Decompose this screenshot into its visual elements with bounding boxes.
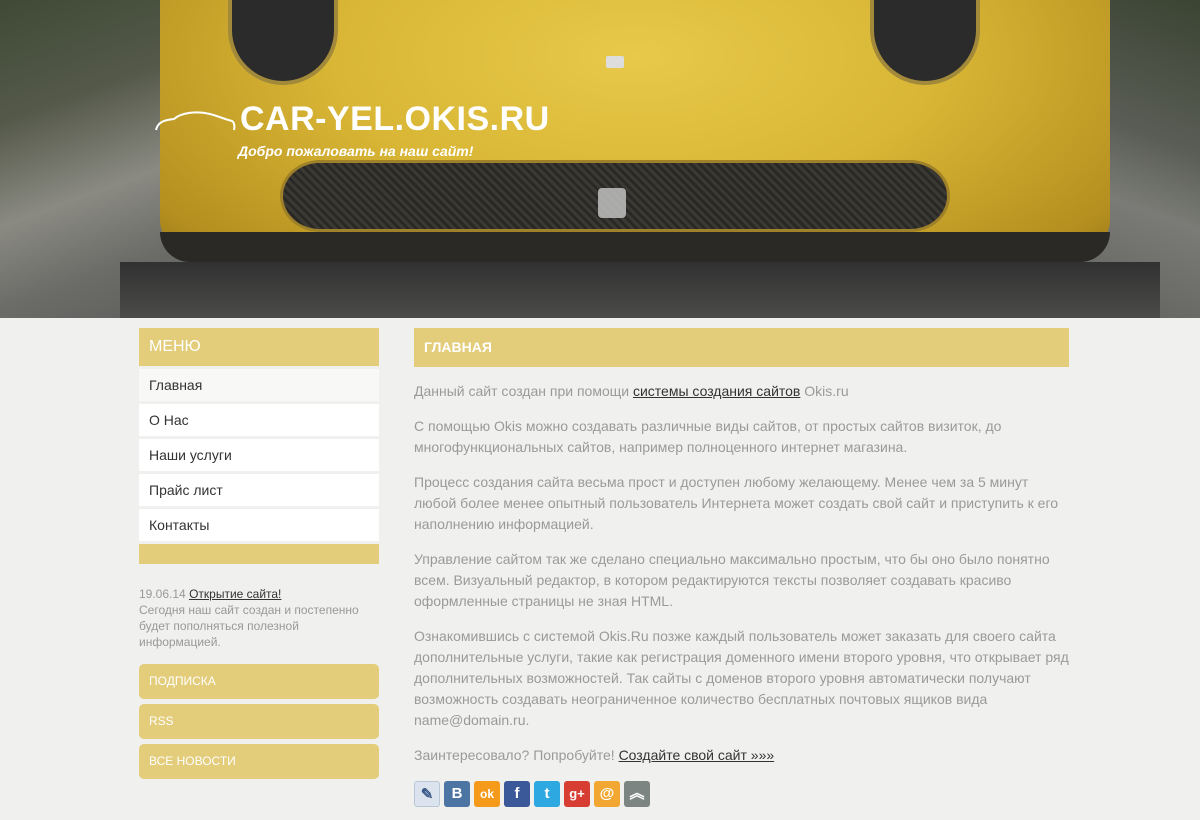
mailru-icon[interactable]: @ bbox=[594, 781, 620, 807]
site-builder-link[interactable]: системы создания сайтов bbox=[633, 383, 800, 399]
car-badge bbox=[598, 188, 626, 218]
create-site-link[interactable]: Создайте свой сайт »»» bbox=[619, 747, 775, 763]
twitter-icon[interactable]: t bbox=[534, 781, 560, 807]
site-slogan: Добро пожаловать на наш сайт! bbox=[238, 143, 474, 159]
sidebar-item-pricelist[interactable]: Прайс лист bbox=[139, 474, 379, 506]
paragraph-5: Ознакомившись с системой Okis.Ru позже к… bbox=[414, 628, 1069, 728]
all-news-button[interactable]: ВСЕ НОВОСТИ bbox=[139, 744, 379, 779]
odnoklassniki-icon[interactable]: ok bbox=[474, 781, 500, 807]
news-text: Сегодня наш сайт создан и постепенно буд… bbox=[139, 603, 359, 649]
site-title[interactable]: CAR-YEL.OKIS.RU bbox=[240, 100, 550, 139]
paragraph-1-suffix: Okis.ru bbox=[800, 383, 849, 399]
vkontakte-icon[interactable]: B bbox=[444, 781, 470, 807]
news-block: 19.06.14 Открытие сайта! Сегодня наш сай… bbox=[139, 586, 379, 650]
sidebar-item-services[interactable]: Наши услуги bbox=[139, 439, 379, 471]
main-content: ГЛАВНАЯ Данный сайт создан при помощи си… bbox=[414, 328, 1069, 807]
sidebar-item-contacts[interactable]: Контакты bbox=[139, 509, 379, 541]
car-bumper bbox=[160, 232, 1110, 262]
share-buttons: ✎ B ok f t g+ @ ︽ bbox=[414, 781, 1069, 807]
rss-button[interactable]: RSS bbox=[139, 704, 379, 739]
paragraph-6: Заинтересовало? Попробуйте! Создайте сво… bbox=[414, 745, 1069, 766]
menu-footer bbox=[139, 544, 379, 564]
googleplus-icon[interactable]: g+ bbox=[564, 781, 590, 807]
paragraph-6-text: Заинтересовало? Попробуйте! bbox=[414, 747, 619, 763]
subscribe-button[interactable]: ПОДПИСКА bbox=[139, 664, 379, 699]
paragraph-2: С помощью Okis можно создавать различные… bbox=[414, 418, 1002, 455]
facebook-icon[interactable]: f bbox=[504, 781, 530, 807]
paragraph-1-text: Данный сайт создан при помощи bbox=[414, 383, 633, 399]
sidebar-item-home[interactable]: Главная bbox=[139, 369, 379, 401]
car-logo-icon bbox=[155, 111, 236, 131]
news-date: 19.06.14 bbox=[139, 587, 186, 601]
road-shadow bbox=[120, 262, 1160, 318]
livejournal-icon[interactable]: ✎ bbox=[414, 781, 440, 807]
paragraph-1: Данный сайт создан при помощи системы со… bbox=[414, 381, 1069, 402]
hood-badge bbox=[606, 56, 624, 68]
header-banner: CAR-YEL.OKIS.RU Добро пожаловать на наш … bbox=[0, 0, 1200, 318]
menu-title: МЕНЮ bbox=[139, 328, 379, 366]
news-title-link[interactable]: Открытие сайта! bbox=[189, 587, 281, 601]
sidebar: МЕНЮ Главная О Нас Наши услуги Прайс лис… bbox=[139, 328, 379, 779]
paragraph-4: Управление сайтом так же сделано специал… bbox=[414, 551, 1050, 609]
more-icon[interactable]: ︽ bbox=[624, 781, 650, 807]
paragraph-3: Процесс создания сайта весьма прост и до… bbox=[414, 474, 1059, 532]
sidebar-item-about[interactable]: О Нас bbox=[139, 404, 379, 436]
page-title: ГЛАВНАЯ bbox=[414, 328, 1069, 367]
